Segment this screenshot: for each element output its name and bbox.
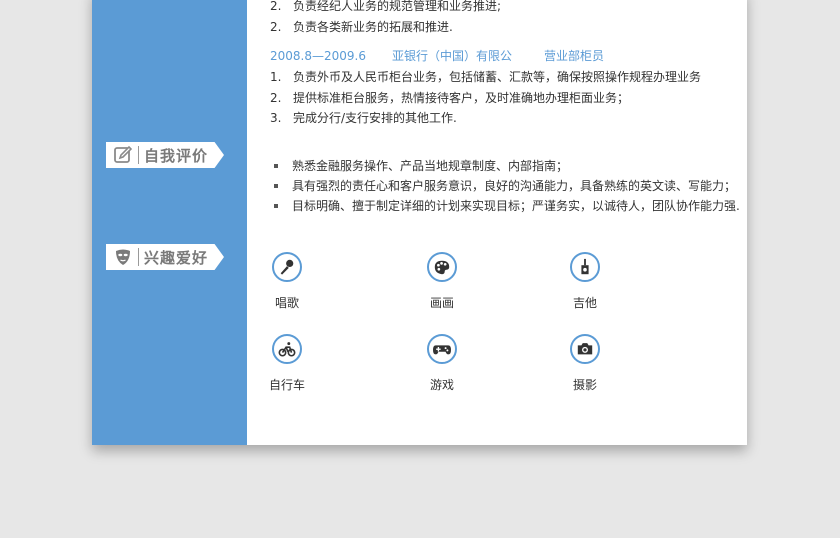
job-duty-item: 1. 负责外币及人民币柜台业务，包括储蓄、汇款等，确保按照操作规程办理业务 [270,70,702,84]
self-eval-item: 目标明确、擅于制定详细的计划来实现目标；严谨务实，以诚待人，团队协作能力强. [270,197,740,214]
hobby-singing: 唱歌 [247,252,327,311]
job-header: 2008.8—2009.6 亚银行（中国）有限公 营业部柜员 [270,47,604,64]
edit-icon [112,144,134,166]
hobby-name: 自行车 [268,378,305,392]
palette-icon [427,252,457,282]
hobby-name: 摄影 [572,378,597,392]
hobby-name: 游戏 [429,378,454,392]
prev-duty-item: 2. 负责各类新业务的拓展和推进. [270,20,453,34]
mask-icon [112,246,134,268]
resume-page: 自我评价 兴趣爱好 2. 负责经纪人业务的规范管理和业务推进; 2. 负责各类新业务… [92,0,747,445]
gamepad-icon [427,334,457,364]
hobby-name: 唱歌 [274,296,299,310]
hobby-painting: 画画 [402,252,482,311]
sidebar: 自我评价 兴趣爱好 [92,0,247,445]
microphone-icon [272,252,302,282]
hobby-gaming: 游戏 [402,334,482,393]
self-eval-item: 熟悉金融服务操作、产品当地规章制度、内部指南； [270,157,568,174]
job-duty-item: 3. 完成分行/支行安排的其他工作. [270,111,457,125]
tag-divider [138,146,139,164]
job-position: 营业部柜员 [544,49,605,63]
hobby-guitar: 吉他 [545,252,625,311]
job-period: 2008.8—2009.6 [270,49,366,63]
self-eval-item: 具有强烈的责任心和客户服务意识，良好的沟通能力，具备熟练的英文读、写能力； [270,177,736,194]
hobby-name: 吉他 [572,296,597,310]
bicycle-icon [272,334,302,364]
job-company: 亚银行（中国）有限公 [392,49,513,63]
section-tag-hobbies: 兴趣爱好 [106,244,224,270]
guitar-icon [570,252,600,282]
self-eval-title: 自我评价 [144,146,209,165]
hobby-photography: 摄影 [545,334,625,393]
section-tag-self-eval: 自我评价 [106,142,224,168]
tag-divider [138,248,139,266]
camera-icon [570,334,600,364]
hobbies-title: 兴趣爱好 [144,248,209,267]
prev-duty-item: 2. 负责经纪人业务的规范管理和业务推进; [270,0,502,13]
job-duty-item: 2. 提供标准柜台服务，热情接待客户，及时准确地办理柜面业务； [270,91,630,105]
hobby-cycling: 自行车 [247,334,327,393]
hobby-name: 画画 [429,296,454,310]
